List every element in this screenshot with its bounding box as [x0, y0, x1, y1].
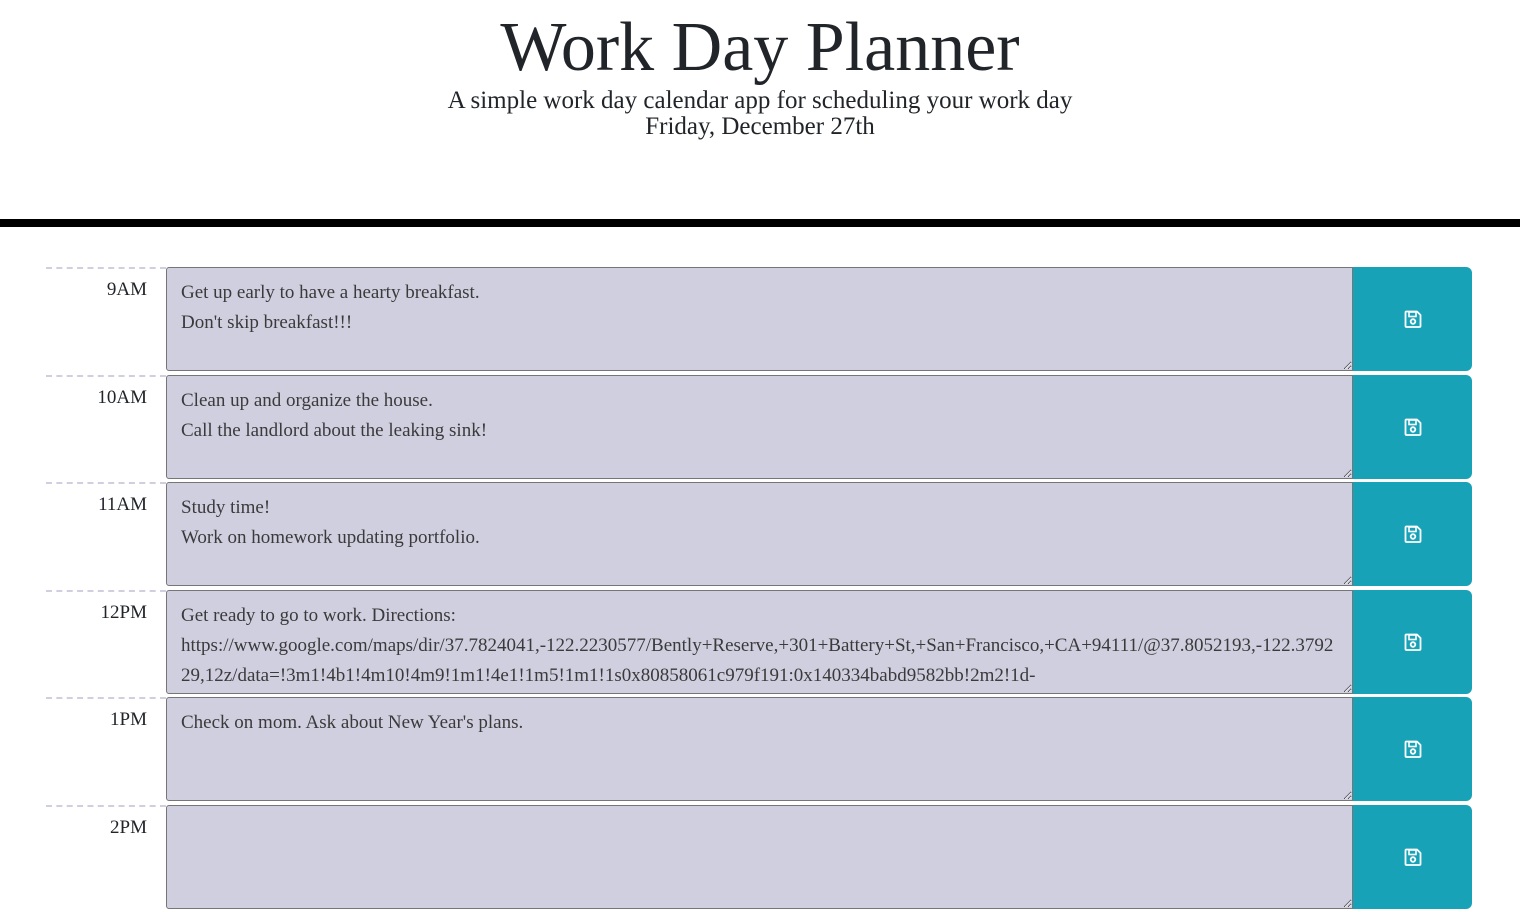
time-block: 11AM Study time! Work on homework updati…	[46, 482, 1472, 586]
save-button[interactable]	[1353, 482, 1472, 586]
time-block: 12PM Get ready to go to work. Directions…	[46, 589, 1472, 694]
time-block: 1PM Check on mom. Ask about New Year's p…	[46, 697, 1472, 801]
floppy-disk-icon	[1404, 740, 1422, 758]
hour-label: 12PM	[46, 589, 166, 694]
page-subtitle: A simple work day calendar app for sched…	[447, 87, 1073, 114]
save-button[interactable]	[1353, 804, 1472, 909]
floppy-disk-icon	[1404, 418, 1422, 436]
floppy-disk-icon	[1404, 525, 1422, 543]
header: Work Day Planner A simple work day calen…	[0, 0, 1520, 219]
save-button[interactable]	[1353, 267, 1472, 371]
description-textarea[interactable]: Get up early to have a hearty breakfast.…	[166, 267, 1353, 371]
floppy-disk-icon	[1404, 633, 1422, 651]
header-divider	[0, 219, 1520, 227]
floppy-disk-icon	[1404, 310, 1422, 328]
hour-label: 9AM	[46, 267, 166, 371]
description-textarea[interactable]: Get ready to go to work. Directions: htt…	[166, 589, 1353, 694]
hour-label: 2PM	[46, 804, 166, 909]
time-block: 10AM Clean up and organize the house. Ca…	[46, 374, 1472, 479]
description-textarea[interactable]: Check on mom. Ask about New Year's plans…	[166, 697, 1353, 801]
description-textarea[interactable]: Clean up and organize the house. Call th…	[166, 374, 1353, 479]
save-button[interactable]	[1353, 589, 1472, 694]
save-button[interactable]	[1353, 697, 1472, 801]
hour-label: 10AM	[46, 374, 166, 479]
time-block: 2PM	[46, 804, 1472, 909]
hour-label: 1PM	[46, 697, 166, 801]
description-textarea[interactable]: Study time! Work on homework updating po…	[166, 482, 1353, 586]
description-textarea[interactable]	[166, 804, 1353, 909]
hour-label: 11AM	[46, 482, 166, 586]
page-title: Work Day Planner	[500, 9, 1020, 86]
time-block: 9AM Get up early to have a hearty breakf…	[46, 267, 1472, 371]
time-block-list: 9AM Get up early to have a hearty breakf…	[46, 267, 1472, 912]
current-day: Friday, December 27th	[645, 113, 875, 140]
save-button[interactable]	[1353, 374, 1472, 479]
floppy-disk-icon	[1404, 848, 1422, 866]
